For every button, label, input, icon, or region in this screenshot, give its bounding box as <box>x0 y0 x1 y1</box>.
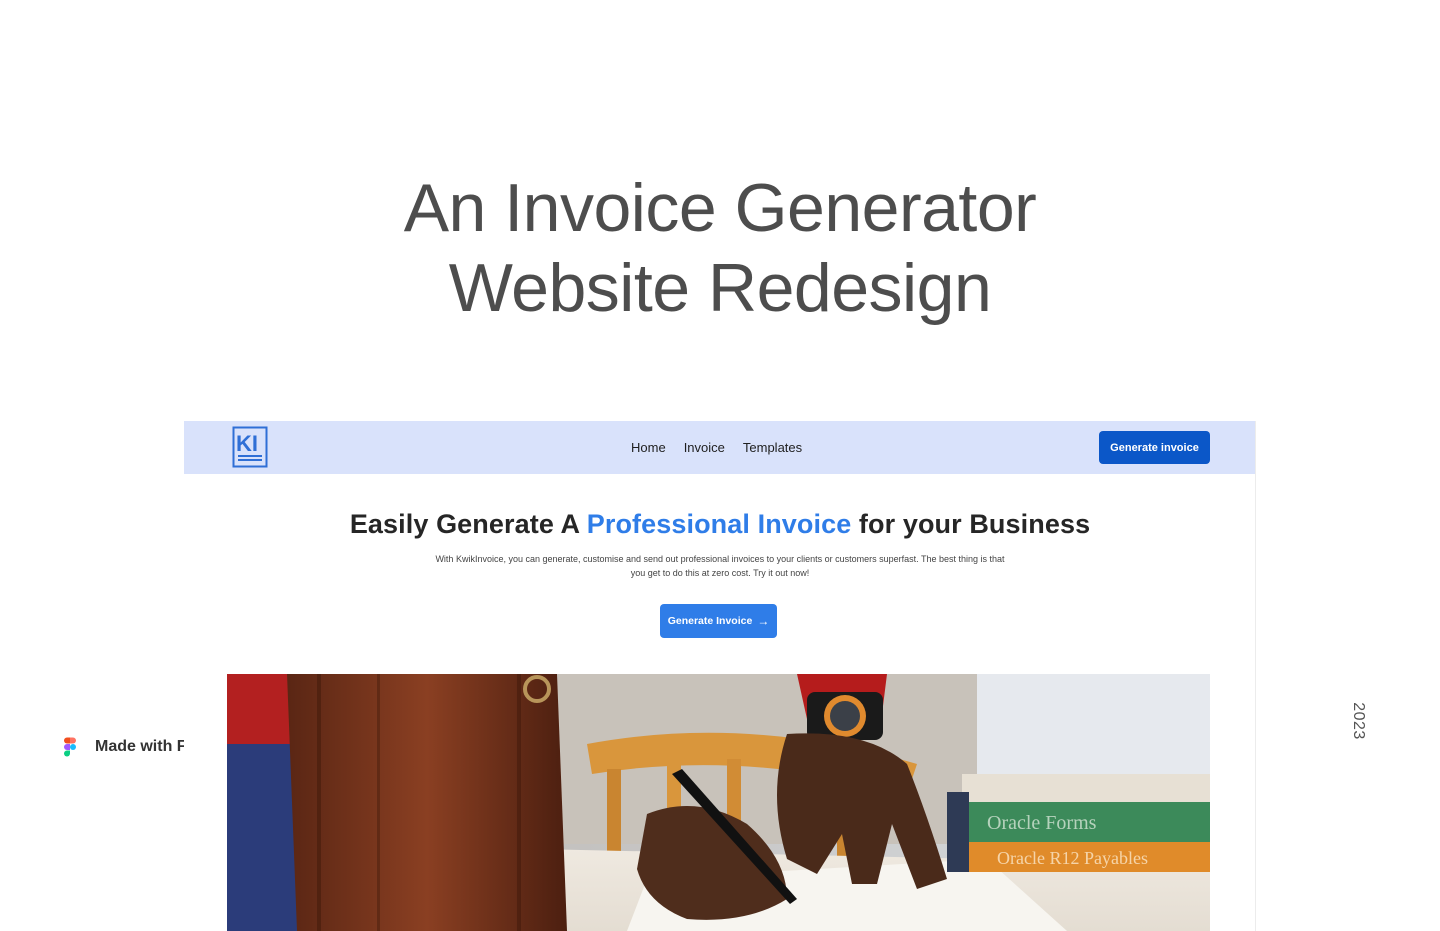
nav-links: Home Invoice Templates <box>631 421 802 474</box>
figma-icon <box>64 737 76 757</box>
arrow-right-icon: → <box>757 614 770 628</box>
hero-subtitle: With KwikInvoice, you can generate, cust… <box>435 554 1005 578</box>
kwikinvoice-logo[interactable]: KI <box>232 426 268 468</box>
cover-title-line-2: Website Redesign <box>448 250 992 326</box>
website-mockup: KI Home Invoice Templates Generate invoi… <box>184 421 1256 931</box>
nav-link-templates[interactable]: Templates <box>743 440 802 455</box>
cover-title: An Invoice Generator Website Redesign <box>0 168 1440 328</box>
nav-link-invoice[interactable]: Invoice <box>684 440 725 455</box>
logo-text: KI <box>236 431 258 456</box>
hero-photo-illustration: Oracle Forms Oracle R12 Payables <box>227 674 1210 931</box>
year-label: 2023 <box>1346 700 1370 742</box>
hero-title-suffix: for your Business <box>851 509 1091 539</box>
navbar: KI Home Invoice Templates Generate invoi… <box>184 421 1255 474</box>
hero-title-accent: Professional Invoice <box>586 509 852 539</box>
cover-title-line-1: An Invoice Generator <box>403 170 1037 246</box>
book-label-2: Oracle R12 Payables <box>997 848 1148 868</box>
hero-title-prefix: Easily Generate A <box>349 509 587 539</box>
hero-title: Easily Generate A Professional Invoice f… <box>184 509 1255 540</box>
hero-photo: Oracle Forms Oracle R12 Payables <box>227 674 1210 931</box>
book-label-1: Oracle Forms <box>987 812 1097 834</box>
year-text: 2023 <box>1350 702 1367 740</box>
nav-generate-invoice-button[interactable]: Generate invoice <box>1099 431 1210 464</box>
nav-link-home[interactable]: Home <box>631 440 666 455</box>
hero-generate-invoice-button[interactable]: Generate Invoice → <box>660 604 777 638</box>
hero-cta-label: Generate Invoice <box>667 615 753 627</box>
